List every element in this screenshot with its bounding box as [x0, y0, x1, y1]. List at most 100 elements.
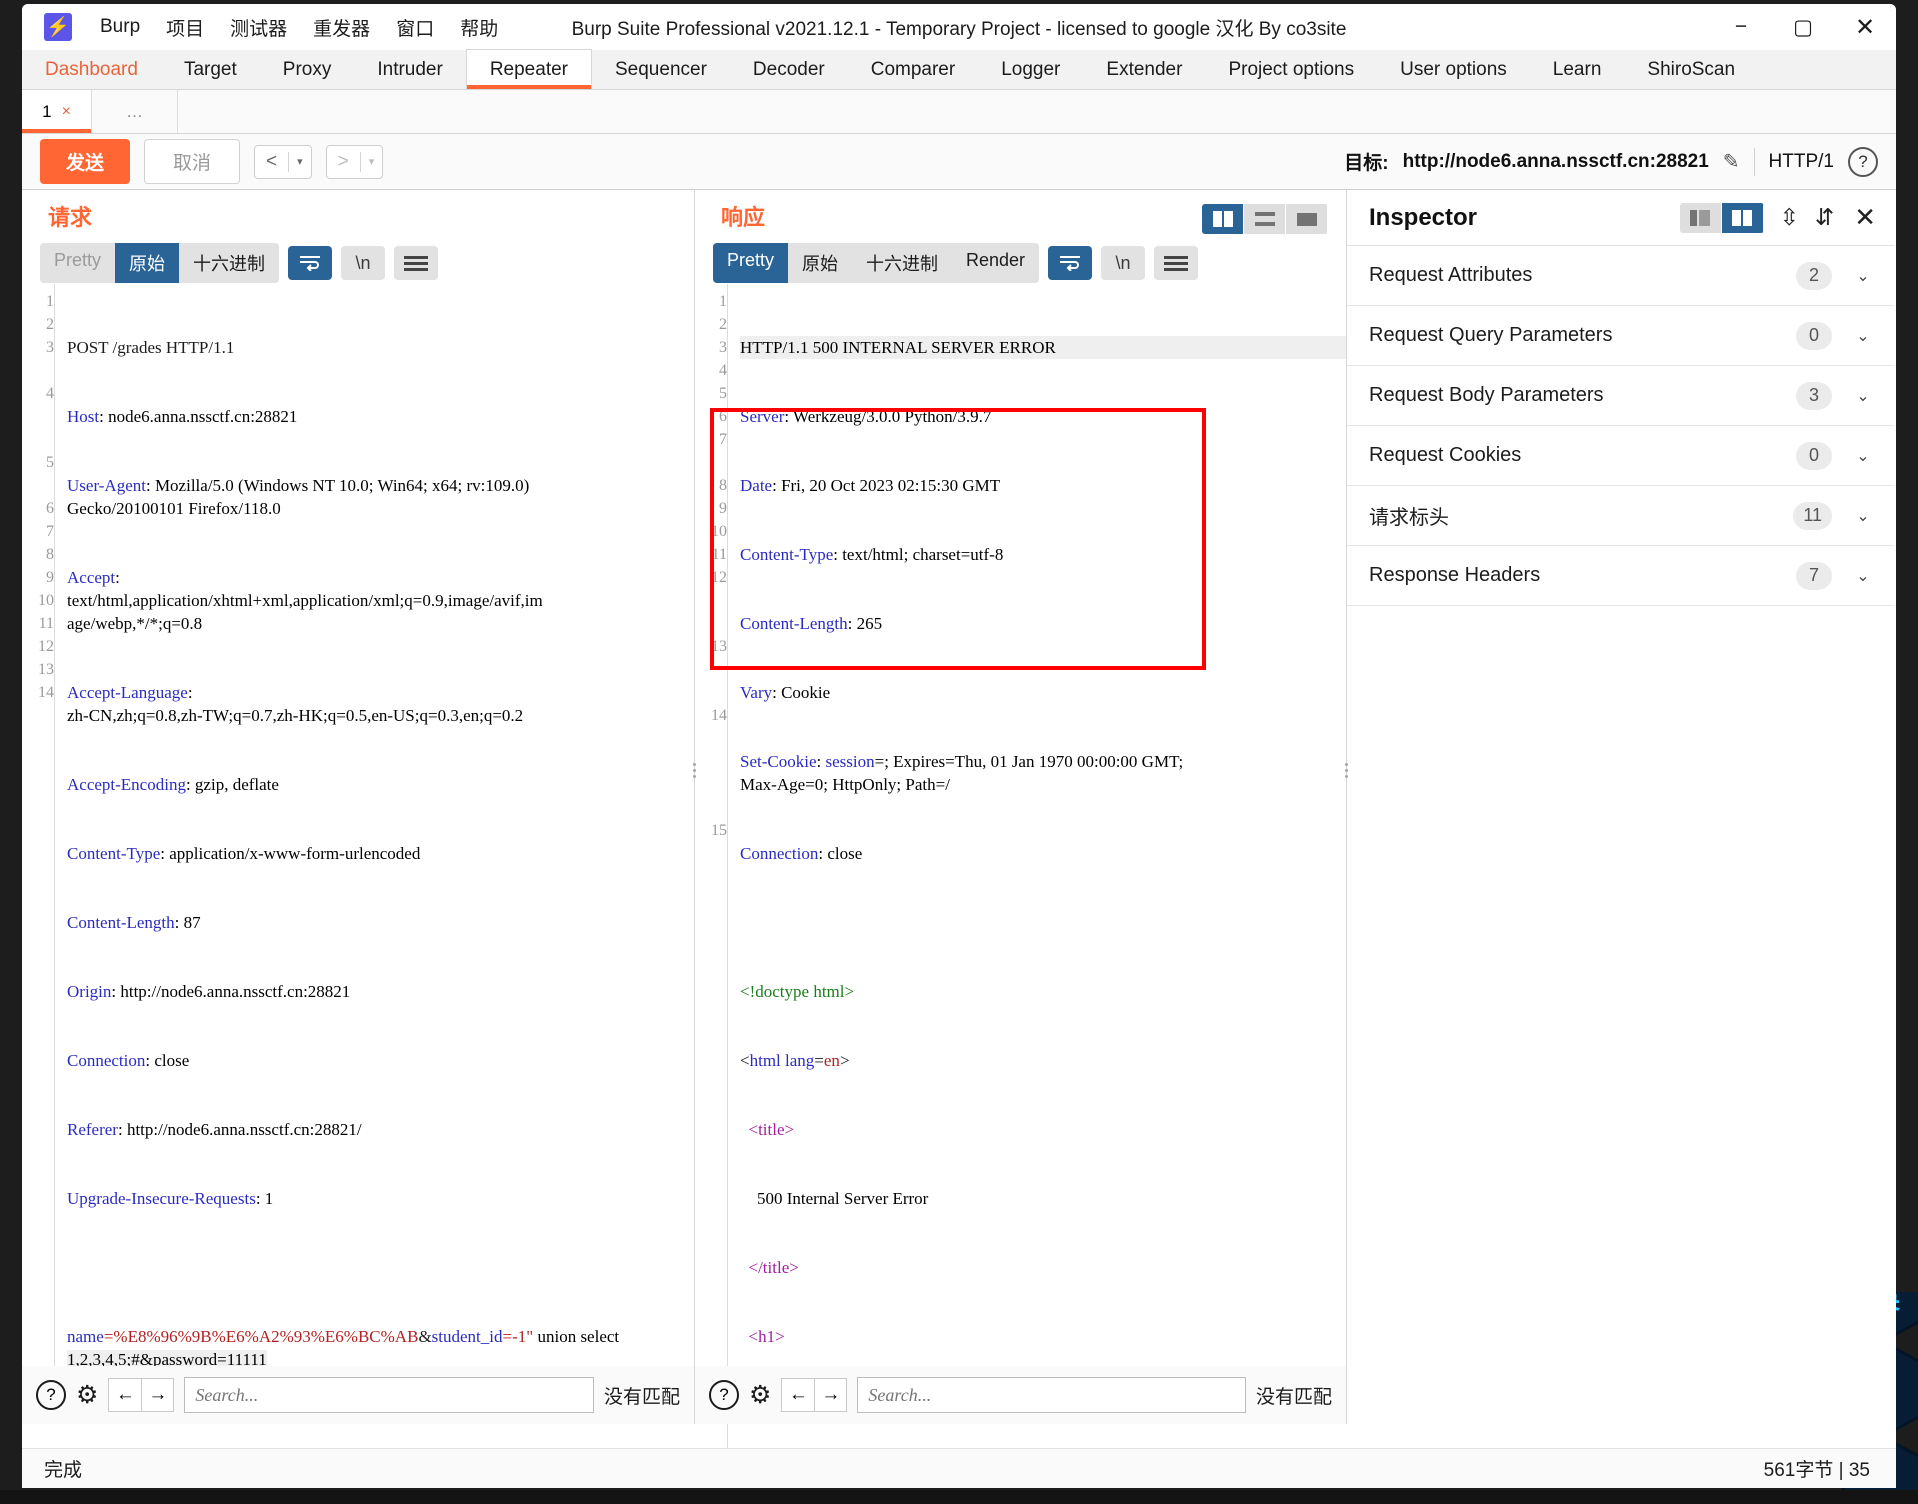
code-line: <!doctype html>	[740, 982, 855, 1001]
collapse-all-icon[interactable]: ⇵	[1815, 204, 1834, 231]
request-tab-hex[interactable]: 十六进制	[179, 243, 279, 283]
editor-menu-icon[interactable]	[1154, 246, 1199, 280]
search-next-button[interactable]: →	[814, 1378, 848, 1412]
gear-icon[interactable]: ⚙	[76, 1382, 98, 1408]
menu-bar: Burp 项目 测试器 重发器 窗口 帮助	[100, 14, 498, 41]
response-tab-raw[interactable]: 原始	[788, 243, 852, 283]
request-search-field[interactable]	[184, 1377, 594, 1413]
help-icon[interactable]: ?	[36, 1380, 66, 1410]
chevron-down-icon[interactable]: ⌄	[1854, 566, 1872, 586]
code-line: <h1>	[748, 1327, 785, 1346]
editor-menu-icon[interactable]	[394, 246, 439, 280]
menu-item-intruder[interactable]: 测试器	[230, 14, 287, 41]
response-tab-render[interactable]: Render	[952, 243, 1039, 283]
code-line: Content-Length: 87	[67, 913, 201, 932]
edit-pencil-icon[interactable]: ✎	[1723, 149, 1740, 174]
section-label: Response Headers	[1369, 564, 1541, 586]
chevron-down-icon[interactable]: ⌄	[1854, 326, 1872, 346]
code-line: Content-Type: application/x-www-form-url…	[67, 844, 421, 863]
target-url[interactable]: http://node6.anna.nssctf.cn:28821	[1403, 151, 1709, 173]
tab-project-options[interactable]: Project options	[1205, 50, 1377, 89]
layout-split-vertical-button[interactable]	[1202, 204, 1244, 234]
request-tab-pretty[interactable]: Pretty	[40, 243, 115, 283]
menu-item-burp[interactable]: Burp	[100, 16, 140, 38]
cancel-button[interactable]: 取消	[144, 139, 241, 184]
search-prev-button[interactable]: ←	[108, 1378, 142, 1412]
code-line: Accept: text/html,application/xhtml+xml,a…	[67, 568, 543, 633]
tab-extender[interactable]: Extender	[1083, 50, 1205, 89]
response-search-field[interactable]	[857, 1377, 1246, 1413]
response-tab-pretty[interactable]: Pretty	[713, 243, 789, 283]
search-input[interactable]	[195, 1384, 583, 1406]
response-tab-hex[interactable]: 十六进制	[852, 243, 952, 283]
show-newlines-icon[interactable]: \n	[341, 246, 386, 280]
close-icon[interactable]: ✕	[1854, 202, 1876, 233]
minimize-button[interactable]: −	[1710, 4, 1772, 50]
tab-dashboard[interactable]: Dashboard	[22, 50, 161, 89]
tab-repeater[interactable]: Repeater	[465, 49, 592, 89]
tab-proxy[interactable]: Proxy	[260, 50, 355, 89]
close-icon[interactable]: ×	[62, 103, 71, 121]
status-bar: 完成 561字节 | 35	[22, 1448, 1896, 1488]
section-count: 0	[1796, 321, 1832, 350]
request-pane: 请求 Pretty 原始 十六进制 \n 1 2 3 4 5 6 7 8 9 1…	[22, 190, 696, 1424]
send-button[interactable]: 发送	[40, 139, 131, 184]
expand-all-icon[interactable]: ⇳	[1780, 204, 1799, 231]
response-editor[interactable]: 1234567 8 9 10 11 12 13 14 15 HTTP/1.1 500 IN…	[695, 284, 1346, 1488]
inspector-section-request-headers[interactable]: 请求标头 11 ⌄	[1347, 486, 1894, 546]
tab-decoder[interactable]: Decoder	[730, 50, 848, 89]
chevron-down-icon[interactable]: ⌄	[1854, 446, 1872, 466]
inspector-section-request-body-parameters[interactable]: Request Body Parameters 3 ⌄	[1347, 366, 1894, 426]
inspector-section-request-cookies[interactable]: Request Cookies 0 ⌄	[1347, 426, 1894, 486]
request-body[interactable]: POST /grades HTTP/1.1 Host: node6.anna.n…	[54, 284, 694, 1417]
tab-learn[interactable]: Learn	[1530, 50, 1625, 89]
menu-item-project[interactable]: 项目	[166, 14, 204, 41]
inspector-dock-left-button[interactable]	[1679, 202, 1722, 233]
show-newlines-icon[interactable]: \n	[1101, 246, 1146, 280]
request-tab-raw[interactable]: 原始	[115, 243, 180, 283]
tab-logger[interactable]: Logger	[978, 50, 1083, 89]
word-wrap-icon[interactable]	[288, 246, 333, 280]
inspector-dock-right-button[interactable]	[1721, 202, 1764, 233]
chevron-down-icon[interactable]: ⌄	[1854, 266, 1872, 286]
inspector-section-response-headers[interactable]: Response Headers 7 ⌄	[1347, 546, 1894, 606]
inspector-section-request-attributes[interactable]: Request Attributes 2 ⌄	[1347, 246, 1894, 306]
search-prev-button[interactable]: ←	[781, 1378, 815, 1412]
menu-item-window[interactable]: 窗口	[396, 14, 434, 41]
layout-single-button[interactable]	[1286, 204, 1328, 234]
chevron-down-icon[interactable]: ⌄	[1854, 506, 1872, 526]
tab-intruder[interactable]: Intruder	[354, 50, 465, 89]
chevron-down-icon[interactable]: ▾	[361, 155, 383, 168]
request-editor[interactable]: 1234 5 6 7 8 9 10 11 12 13 14 POST /grades HTTP/…	[22, 284, 694, 1417]
help-icon[interactable]: ?	[1848, 146, 1878, 177]
tab-user-options[interactable]: User options	[1377, 50, 1530, 89]
layout-split-horizontal-button[interactable]	[1244, 204, 1286, 234]
help-icon[interactable]: ?	[709, 1380, 739, 1410]
tab-target[interactable]: Target	[161, 50, 260, 89]
http-version-label[interactable]: HTTP/1	[1769, 151, 1834, 173]
section-count: 7	[1796, 561, 1832, 590]
history-back-button[interactable]: < ▾	[254, 144, 312, 179]
code-line: Host: node6.anna.nssctf.cn:28821	[67, 407, 298, 426]
code-line: <html lang=en>	[740, 1051, 850, 1070]
history-forward-button[interactable]: > ▾	[325, 144, 384, 179]
chevron-down-icon[interactable]: ▾	[289, 155, 311, 168]
inspector-section-request-query-parameters[interactable]: Request Query Parameters 0 ⌄	[1347, 306, 1894, 366]
inspector-tools: ⇳ ⇵ ✕	[1679, 202, 1876, 233]
tab-sequencer[interactable]: Sequencer	[592, 50, 730, 89]
word-wrap-icon[interactable]	[1048, 246, 1093, 280]
tab-shiroscan[interactable]: ShiroScan	[1624, 50, 1758, 89]
status-right: 561字节 | 35	[1763, 1460, 1870, 1481]
chevron-down-icon[interactable]: ⌄	[1854, 386, 1872, 406]
search-next-button[interactable]: →	[141, 1378, 175, 1412]
gear-icon[interactable]: ⚙	[749, 1382, 771, 1408]
repeater-tab-1[interactable]: 1 ×	[22, 90, 92, 133]
maximize-button[interactable]: ▢	[1772, 4, 1834, 50]
tab-comparer[interactable]: Comparer	[848, 50, 978, 89]
menu-item-help[interactable]: 帮助	[460, 14, 498, 41]
repeater-tab-add[interactable]: …	[92, 90, 178, 133]
search-input[interactable]	[868, 1384, 1235, 1406]
close-button[interactable]: ✕	[1834, 4, 1896, 50]
menu-item-repeater[interactable]: 重发器	[313, 14, 370, 41]
